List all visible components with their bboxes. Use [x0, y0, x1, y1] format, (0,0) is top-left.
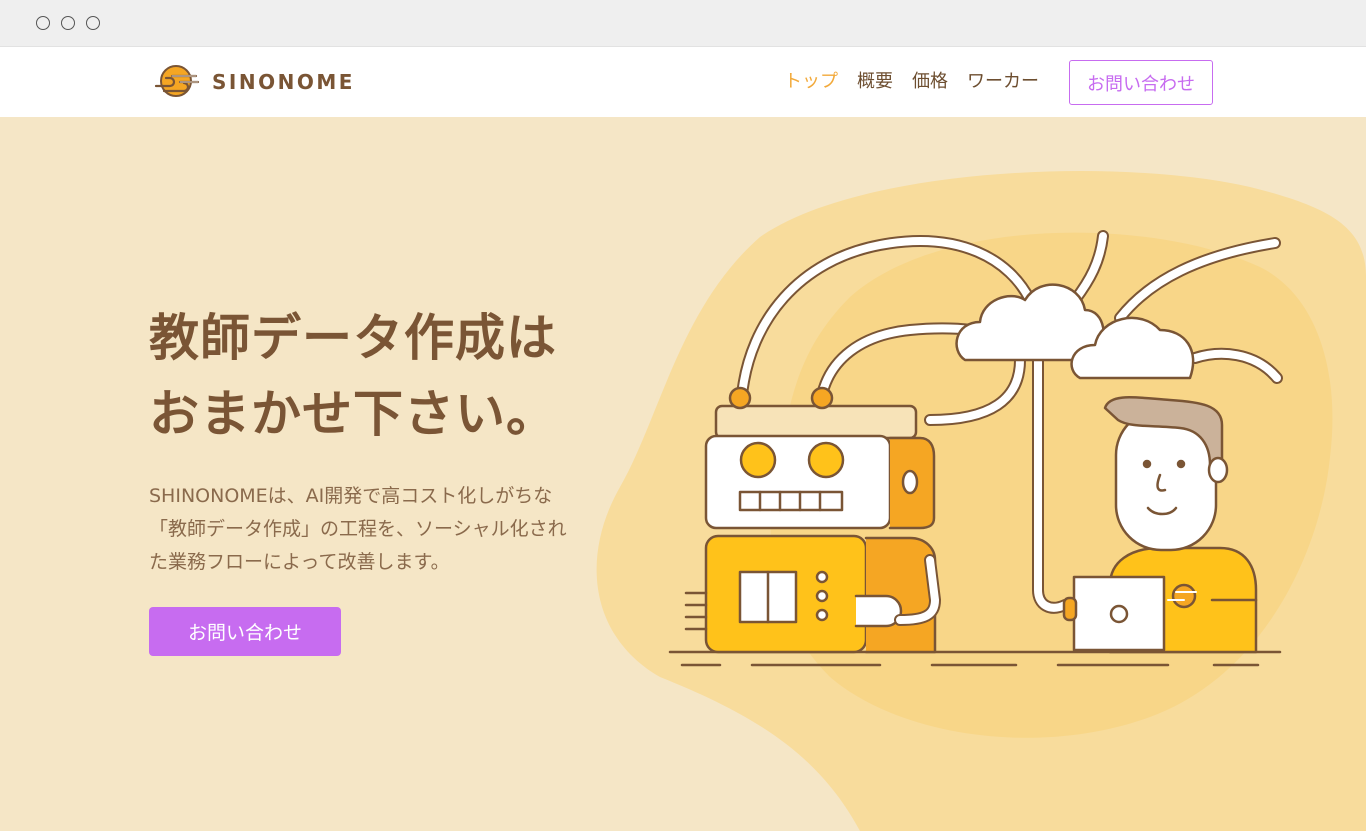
- window-maximize-icon[interactable]: [86, 16, 100, 30]
- sinonome-logo-icon: [154, 65, 200, 97]
- hero-section: 教師データ作成は おまかせ下さい。 SHINONOMEは、AI開発で高コスト化し…: [0, 117, 1366, 831]
- logo-text: SINONOME: [212, 70, 355, 94]
- description-line-3: た業務フローによって改善します。: [149, 551, 450, 573]
- logo[interactable]: SINONOME: [154, 64, 355, 100]
- robot-and-worker-illustration: [668, 230, 1283, 667]
- hero-contact-button[interactable]: お問い合わせ: [149, 607, 341, 656]
- description-line-2: 「教師データ作成」の工程を、ソーシャル化され: [149, 518, 567, 540]
- site-header: SINONOME トップ 概要 価格 ワーカー お問い合わせ: [0, 47, 1366, 117]
- description-line-1: SHINONOMEは、AI開発で高コスト化しがちな: [149, 485, 553, 507]
- hero-description: SHINONOMEは、AI開発で高コスト化しがちな 「教師データ作成」の工程を、…: [149, 480, 589, 579]
- nav-item-overview[interactable]: 概要: [857, 71, 893, 93]
- main-nav: トップ 概要 価格 ワーカー: [765, 71, 1039, 93]
- hero-headline: 教師データ作成は おまかせ下さい。: [149, 300, 557, 452]
- nav-item-top[interactable]: トップ: [784, 71, 838, 93]
- nav-item-pricing[interactable]: 価格: [912, 71, 948, 93]
- window-minimize-icon[interactable]: [61, 16, 75, 30]
- browser-chrome: [0, 0, 1366, 47]
- header-contact-button[interactable]: お問い合わせ: [1069, 60, 1213, 105]
- window-close-icon[interactable]: [36, 16, 50, 30]
- nav-item-workers[interactable]: ワーカー: [967, 71, 1039, 93]
- headline-line-1: 教師データ作成は: [149, 309, 557, 367]
- headline-line-2: おまかせ下さい。: [149, 385, 557, 443]
